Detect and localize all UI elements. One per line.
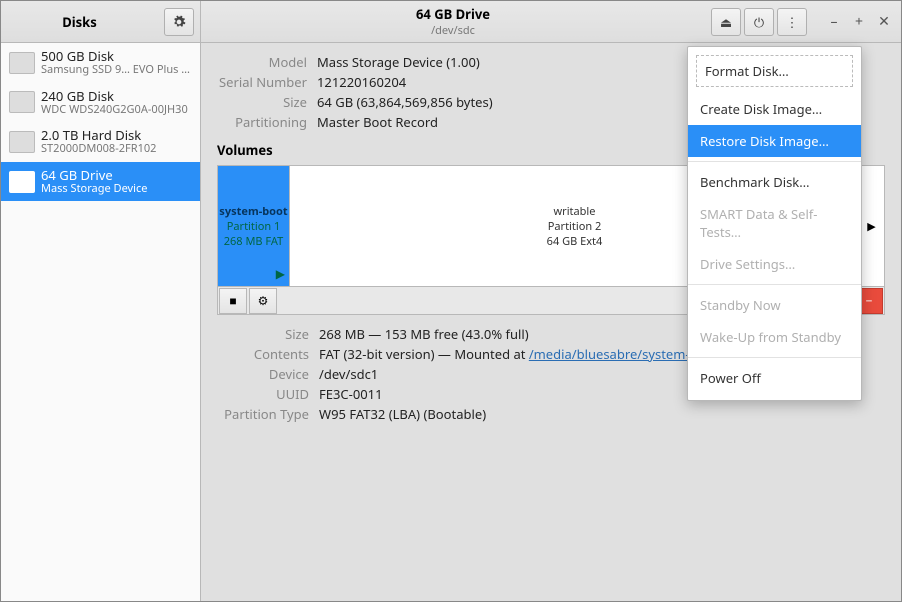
disk-name: 500 GB Disk bbox=[41, 49, 192, 64]
value-ptype: W95 FAT32 (LBA) (Bootable) bbox=[319, 405, 885, 423]
label-uuid: UUID bbox=[217, 385, 309, 403]
disk-item-3[interactable]: 64 GB DriveMass Storage Device bbox=[1, 162, 200, 202]
minus-icon: − bbox=[866, 292, 873, 309]
disk-sub: Samsung SSD 9… EVO Plus 500GB bbox=[41, 64, 192, 77]
power-button[interactable]: ⏻ bbox=[744, 8, 774, 36]
power-icon: ⏻ bbox=[754, 13, 764, 31]
disk-sub: ST2000DM008-2FR102 bbox=[41, 143, 156, 156]
play-icon: ▶ bbox=[867, 219, 875, 234]
play-icon: ▶ bbox=[276, 265, 285, 282]
disk-sub: Mass Storage Device bbox=[41, 183, 147, 196]
partition-1[interactable]: system-boot Partition 1 268 MB FAT ▶ bbox=[218, 166, 290, 286]
disk-name: 240 GB Disk bbox=[41, 89, 188, 104]
titlebar-left: Disks bbox=[1, 1, 201, 42]
disk-item-2[interactable]: 2.0 TB Hard DiskST2000DM008-2FR102 bbox=[1, 122, 200, 162]
titlebar-right: ⏏ ⏻ ⋮ – + ✕ bbox=[705, 1, 901, 42]
partition-line3: 64 GB Ext4 bbox=[547, 234, 603, 249]
disk-sub: WDC WDS240G2G0A-00JH30 bbox=[41, 104, 188, 117]
menu-create-image[interactable]: Create Disk Image… bbox=[688, 93, 861, 125]
volume-settings-button[interactable]: ⚙ bbox=[249, 288, 277, 314]
unmount-button[interactable]: ■ bbox=[219, 288, 247, 314]
app-title: Disks bbox=[1, 13, 158, 31]
menu-benchmark[interactable]: Benchmark Disk… bbox=[688, 166, 861, 198]
partition-name: system-boot bbox=[219, 204, 287, 219]
menu-poweroff[interactable]: Power Off bbox=[688, 362, 861, 394]
maximize-icon: + bbox=[855, 12, 863, 31]
close-icon: ✕ bbox=[878, 12, 890, 31]
drive-menu: Format Disk… Create Disk Image… Restore … bbox=[687, 46, 862, 401]
eject-icon: ⏏ bbox=[720, 13, 732, 31]
label-size: Size bbox=[217, 93, 307, 111]
partition-line2: Partition 2 bbox=[548, 219, 602, 234]
label-serial: Serial Number bbox=[217, 73, 307, 91]
drive-subtitle: /dev/sdc bbox=[431, 23, 475, 38]
kebab-icon: ⋮ bbox=[786, 13, 799, 31]
close-button[interactable]: ✕ bbox=[873, 11, 895, 33]
menu-restore-image[interactable]: Restore Disk Image… bbox=[688, 125, 861, 157]
label-psize: Size bbox=[217, 325, 309, 343]
label-ptype: Partition Type bbox=[217, 405, 309, 423]
menu-separator bbox=[688, 357, 861, 358]
partition-line2: Partition 1 bbox=[227, 219, 281, 234]
label-device: Device bbox=[217, 365, 309, 383]
drive-title: 64 GB Drive bbox=[416, 5, 490, 23]
titlebar: Disks 64 GB Drive /dev/sdc ⏏ ⏻ ⋮ – + ✕ bbox=[1, 1, 901, 43]
partition-name: writable bbox=[554, 204, 596, 219]
partition-free[interactable]: ▶ bbox=[859, 166, 884, 286]
minimize-button[interactable]: – bbox=[823, 11, 845, 33]
hdd-icon bbox=[9, 131, 35, 153]
menu-separator bbox=[688, 284, 861, 285]
partition-line3: 268 MB FAT bbox=[224, 234, 284, 249]
disk-name: 64 GB Drive bbox=[41, 168, 147, 183]
menu-separator bbox=[688, 161, 861, 162]
gears-icon: ⚙ bbox=[258, 292, 269, 309]
contents-prefix: FAT (32-bit version) — Mounted at bbox=[319, 345, 529, 363]
stop-icon: ■ bbox=[229, 292, 236, 309]
more-menu-button[interactable]: ⋮ bbox=[777, 8, 807, 36]
hdd-icon bbox=[9, 52, 35, 74]
menu-smart: SMART Data & Self-Tests… bbox=[688, 198, 861, 248]
label-model: Model bbox=[217, 53, 307, 71]
hdd-icon bbox=[9, 91, 35, 113]
maximize-button[interactable]: + bbox=[848, 11, 870, 33]
minimize-icon: – bbox=[831, 12, 838, 31]
label-partitioning: Partitioning bbox=[217, 113, 307, 131]
titlebar-center: 64 GB Drive /dev/sdc bbox=[201, 1, 705, 42]
menu-format-disk[interactable]: Format Disk… bbox=[696, 55, 853, 87]
disk-item-0[interactable]: 500 GB DiskSamsung SSD 9… EVO Plus 500GB bbox=[1, 43, 200, 83]
menu-drive-settings: Drive Settings… bbox=[688, 248, 861, 280]
gear-icon bbox=[172, 15, 186, 29]
menu-wakeup: Wake-Up from Standby bbox=[688, 321, 861, 353]
disk-list: 500 GB DiskSamsung SSD 9… EVO Plus 500GB… bbox=[1, 43, 201, 601]
label-contents: Contents bbox=[217, 345, 309, 363]
app-settings-button[interactable] bbox=[164, 8, 194, 36]
eject-button[interactable]: ⏏ bbox=[711, 8, 741, 36]
usb-icon bbox=[9, 171, 35, 193]
menu-standby: Standby Now bbox=[688, 289, 861, 321]
disk-item-1[interactable]: 240 GB DiskWDC WDS240G2G0A-00JH30 bbox=[1, 83, 200, 123]
disk-name: 2.0 TB Hard Disk bbox=[41, 128, 156, 143]
